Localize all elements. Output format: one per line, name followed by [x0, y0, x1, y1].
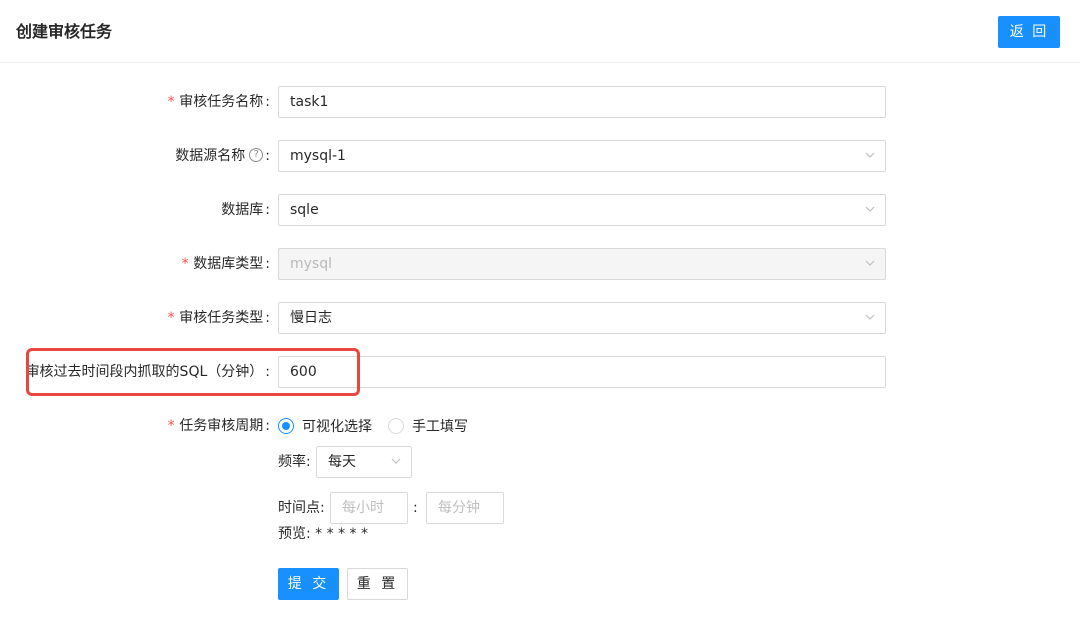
required-mark: *	[166, 418, 176, 434]
task-type-value: 慢日志	[290, 310, 332, 326]
cycle-label: * 任务审核周期:	[166, 418, 270, 434]
form-row-task-name: * 审核任务名称:	[0, 86, 1080, 118]
hour-input[interactable]	[331, 493, 407, 523]
db-type-select: mysql	[278, 248, 886, 280]
chevron-down-icon	[391, 456, 401, 466]
radio-checked-icon[interactable]	[278, 418, 294, 434]
minute-input[interactable]	[427, 493, 503, 523]
db-type-value: mysql	[290, 256, 332, 272]
form-row-cycle: * 任务审核周期: 可视化选择 手工填写	[0, 410, 1080, 442]
chevron-down-icon	[865, 312, 875, 322]
page-header: 创建审核任务 返 回	[0, 0, 1080, 63]
frequency-label: 频率:	[278, 454, 311, 470]
datasource-value: mysql-1	[290, 148, 346, 164]
database-select[interactable]: sqle	[278, 194, 886, 226]
required-mark: *	[180, 256, 190, 272]
minute-field[interactable]	[426, 492, 504, 524]
reset-button[interactable]: 重 置	[347, 568, 408, 600]
time-separator: :	[413, 500, 418, 516]
form-row-db-type: * 数据库类型: mysql	[0, 248, 1080, 280]
sql-minutes-field[interactable]	[278, 356, 886, 388]
annotation-highlight-box	[26, 348, 360, 396]
task-type-select[interactable]: 慢日志	[278, 302, 886, 334]
chevron-down-icon	[865, 204, 875, 214]
chevron-down-icon	[865, 258, 875, 268]
question-circle-icon[interactable]: ?	[249, 148, 264, 162]
cron-preview: 预览: * * * * *	[278, 526, 368, 542]
task-name-field[interactable]	[278, 86, 886, 118]
database-value: sqle	[290, 202, 319, 218]
chevron-down-icon	[865, 150, 875, 160]
submit-button[interactable]: 提 交	[278, 568, 339, 600]
page-title: 创建审核任务	[16, 22, 113, 41]
radio-unchecked-icon[interactable]	[388, 418, 404, 434]
form-row-task-type: * 审核任务类型: 慢日志	[0, 302, 1080, 334]
datasource-select[interactable]: mysql-1	[278, 140, 886, 172]
cycle-radio-group: 可视化选择 手工填写	[278, 410, 484, 442]
form-row-datasource: 数据源名称?: mysql-1	[0, 140, 1080, 172]
frequency-value: 每天	[328, 454, 356, 470]
radio-visual-select[interactable]: 可视化选择	[278, 416, 372, 436]
sql-minutes-input[interactable]	[279, 357, 885, 387]
radio-manual-input[interactable]: 手工填写	[388, 416, 468, 436]
back-button[interactable]: 返 回	[998, 16, 1060, 48]
hour-field[interactable]	[330, 492, 408, 524]
task-name-input[interactable]	[279, 87, 885, 117]
db-type-label: * 数据库类型:	[180, 256, 270, 272]
task-type-label: * 审核任务类型:	[166, 310, 270, 326]
datasource-label: 数据源名称?:	[175, 148, 270, 164]
database-label: 数据库:	[221, 202, 270, 218]
form-row-database: 数据库: sqle	[0, 194, 1080, 226]
time-label: 时间点:	[278, 500, 325, 516]
required-mark: *	[166, 310, 176, 326]
required-mark: *	[166, 94, 176, 110]
frequency-select[interactable]: 每天	[316, 446, 412, 478]
task-name-label: * 审核任务名称:	[166, 94, 270, 110]
